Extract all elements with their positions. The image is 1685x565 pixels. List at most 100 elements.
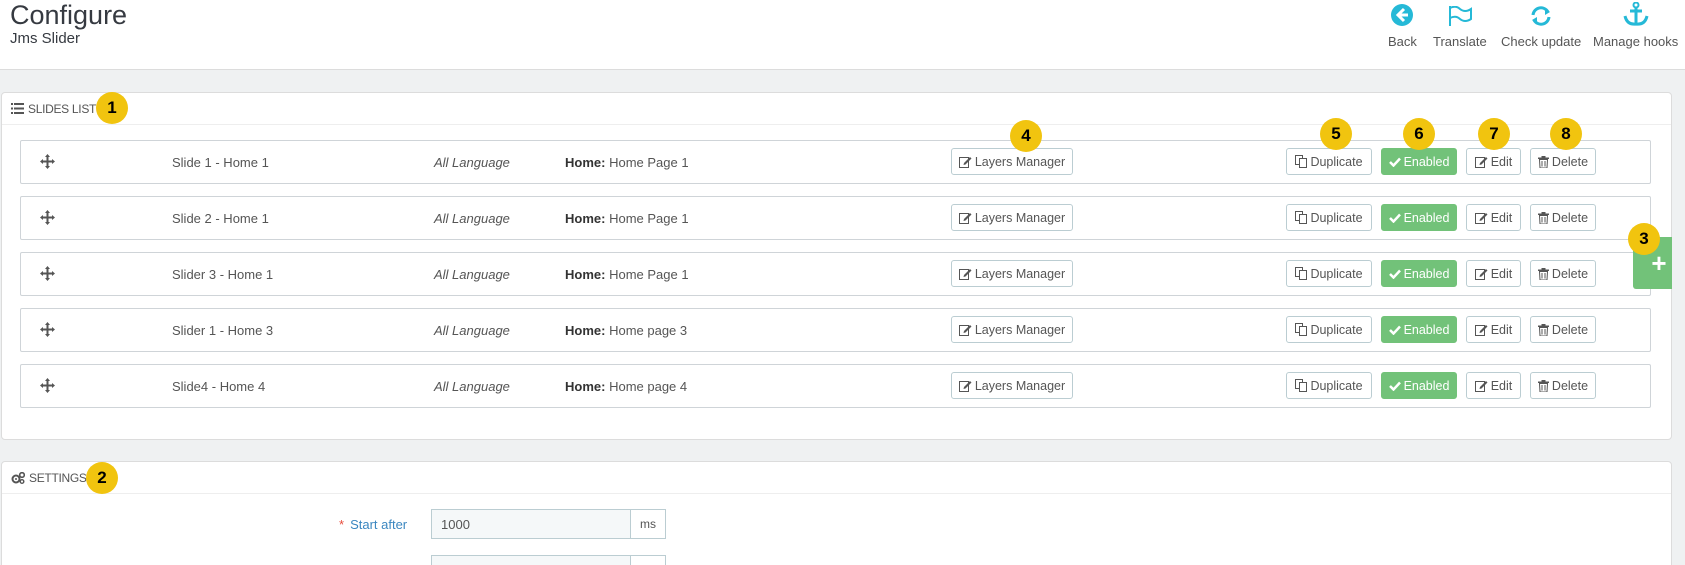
slide-language: All Language — [434, 379, 510, 394]
settings-panel: SETTINGS — [1, 461, 1672, 565]
edit-button[interactable]: Edit — [1466, 148, 1521, 175]
delete-button[interactable]: Delete — [1530, 148, 1596, 175]
move-handle-icon[interactable] — [40, 322, 55, 340]
toolbar-translate-button[interactable]: Translate — [1433, 0, 1487, 49]
slide-home-label: Home: — [565, 379, 606, 394]
toolbar-check-update-button[interactable]: Check update — [1501, 0, 1581, 49]
slide-language: All Language — [434, 155, 510, 170]
duplicate-button[interactable]: Duplicate — [1286, 372, 1372, 399]
enabled-toggle-button[interactable]: Enabled — [1381, 204, 1457, 231]
slide-home: Home: Home Page 1 — [565, 267, 689, 282]
page-header: Configure Jms Slider Back Translate Chec… — [0, 0, 1685, 70]
slides-list-title: SLIDES LIST — [28, 101, 97, 116]
list-icon — [11, 103, 24, 114]
slide-row-4: Slider 1 - Home 3 All Language Home: Hom… — [20, 308, 1651, 352]
edit-icon — [958, 212, 972, 224]
slide-home-label: Home: — [565, 155, 606, 170]
check-icon — [1388, 381, 1401, 391]
badge-6: 6 — [1403, 118, 1435, 150]
slide-home-value: Home Page 1 — [609, 211, 689, 226]
slide-home: Home: Home Page 1 — [565, 155, 689, 170]
layers-manager-button[interactable]: Layers Manager — [951, 148, 1073, 175]
trash-icon — [1537, 267, 1549, 280]
edit-button[interactable]: Edit — [1466, 372, 1521, 399]
duplicate-button[interactable]: Duplicate — [1286, 148, 1372, 175]
enabled-toggle-button[interactable]: Enabled — [1381, 260, 1457, 287]
toolbar-manage-hooks-label: Manage hooks — [1593, 34, 1679, 49]
slide-home-value: Home page 3 — [609, 323, 688, 338]
check-icon — [1388, 157, 1401, 167]
trash-icon — [1537, 379, 1549, 392]
slide-home-value: Home page 4 — [609, 379, 688, 394]
slide-name: Slide 2 - Home 1 — [172, 211, 269, 226]
move-handle-icon[interactable] — [40, 378, 55, 396]
toolbar-manage-hooks-button[interactable]: Manage hooks — [1593, 0, 1678, 49]
layers-manager-button[interactable]: Layers Manager — [951, 372, 1073, 399]
settings-heading: SETTINGS — [2, 462, 1671, 494]
required-marker: * — [339, 517, 345, 532]
edit-button[interactable]: Edit — [1466, 316, 1521, 343]
back-arrow-icon — [1388, 0, 1417, 26]
move-handle-icon[interactable] — [40, 210, 55, 228]
check-icon — [1388, 213, 1401, 223]
badge-3: 3 — [1628, 223, 1660, 255]
flag-icon — [1433, 0, 1487, 26]
badge-7: 7 — [1478, 118, 1510, 150]
layers-manager-button[interactable]: Layers Manager — [951, 204, 1073, 231]
slide-language: All Language — [434, 267, 510, 282]
edit-button[interactable]: Edit — [1466, 260, 1521, 287]
copy-icon — [1295, 211, 1308, 224]
toolbar-back-label: Back — [1388, 34, 1417, 49]
page-subtitle: Jms Slider — [10, 30, 81, 47]
slide-row-2: Slide 2 - Home 1 All Language Home: Home… — [20, 196, 1651, 240]
slide-home-label: Home: — [565, 267, 606, 282]
edit-icon — [958, 324, 972, 336]
enabled-toggle-button[interactable]: Enabled — [1381, 148, 1457, 175]
slide-home: Home: Home page 4 — [565, 379, 687, 394]
move-handle-icon[interactable] — [40, 154, 55, 172]
slide-name: Slide 1 - Home 1 — [172, 155, 269, 170]
delete-button[interactable]: Delete — [1530, 260, 1596, 287]
badge-5: 5 — [1320, 118, 1352, 150]
toolbar-translate-label: Translate — [1433, 34, 1487, 49]
start-after-input[interactable]: 1000 — [431, 509, 631, 539]
slide-row-5: Slide4 - Home 4 All Language Home: Home … — [20, 364, 1651, 408]
slide-row-3: Slider 3 - Home 1 All Language Home: Hom… — [20, 252, 1651, 296]
slide-home-label: Home: — [565, 323, 606, 338]
edit-icon — [1474, 380, 1488, 392]
delete-button[interactable]: Delete — [1530, 316, 1596, 343]
copy-icon — [1295, 155, 1308, 168]
delete-button[interactable]: Delete — [1530, 372, 1596, 399]
badge-2: 2 — [86, 462, 118, 494]
slide-home: Home: Home Page 1 — [565, 211, 689, 226]
layers-manager-button[interactable]: Layers Manager — [951, 260, 1073, 287]
slide-language: All Language — [434, 323, 510, 338]
slide-name: Slider 1 - Home 3 — [172, 323, 274, 338]
duplicate-button[interactable]: Duplicate — [1286, 316, 1372, 343]
delete-button[interactable]: Delete — [1530, 204, 1596, 231]
enabled-toggle-button[interactable]: Enabled — [1381, 372, 1457, 399]
duplicate-button[interactable]: Duplicate — [1286, 204, 1372, 231]
slide-name: Slider 3 - Home 1 — [172, 267, 274, 282]
edit-icon — [958, 268, 972, 280]
check-icon — [1388, 325, 1401, 335]
trash-icon — [1537, 323, 1549, 336]
edit-button[interactable]: Edit — [1466, 204, 1521, 231]
enabled-toggle-button[interactable]: Enabled — [1381, 316, 1457, 343]
scrollbar[interactable] — [1672, 70, 1685, 565]
move-handle-icon[interactable] — [40, 266, 55, 284]
layers-manager-button[interactable]: Layers Manager — [951, 316, 1073, 343]
edit-icon — [1474, 268, 1488, 280]
trash-icon — [1537, 211, 1549, 224]
check-icon — [1388, 269, 1401, 279]
next-field-input[interactable] — [431, 555, 631, 565]
slide-home: Home: Home page 3 — [565, 323, 687, 338]
edit-icon — [958, 156, 972, 168]
slide-home-label: Home: — [565, 211, 606, 226]
toolbar-back-button[interactable]: Back — [1388, 0, 1417, 49]
toolbar-check-update-label: Check update — [1501, 34, 1582, 49]
edit-icon — [958, 380, 972, 392]
start-after-label: * Start after — [339, 517, 408, 532]
duplicate-button[interactable]: Duplicate — [1286, 260, 1372, 287]
start-after-unit: ms — [631, 509, 666, 539]
